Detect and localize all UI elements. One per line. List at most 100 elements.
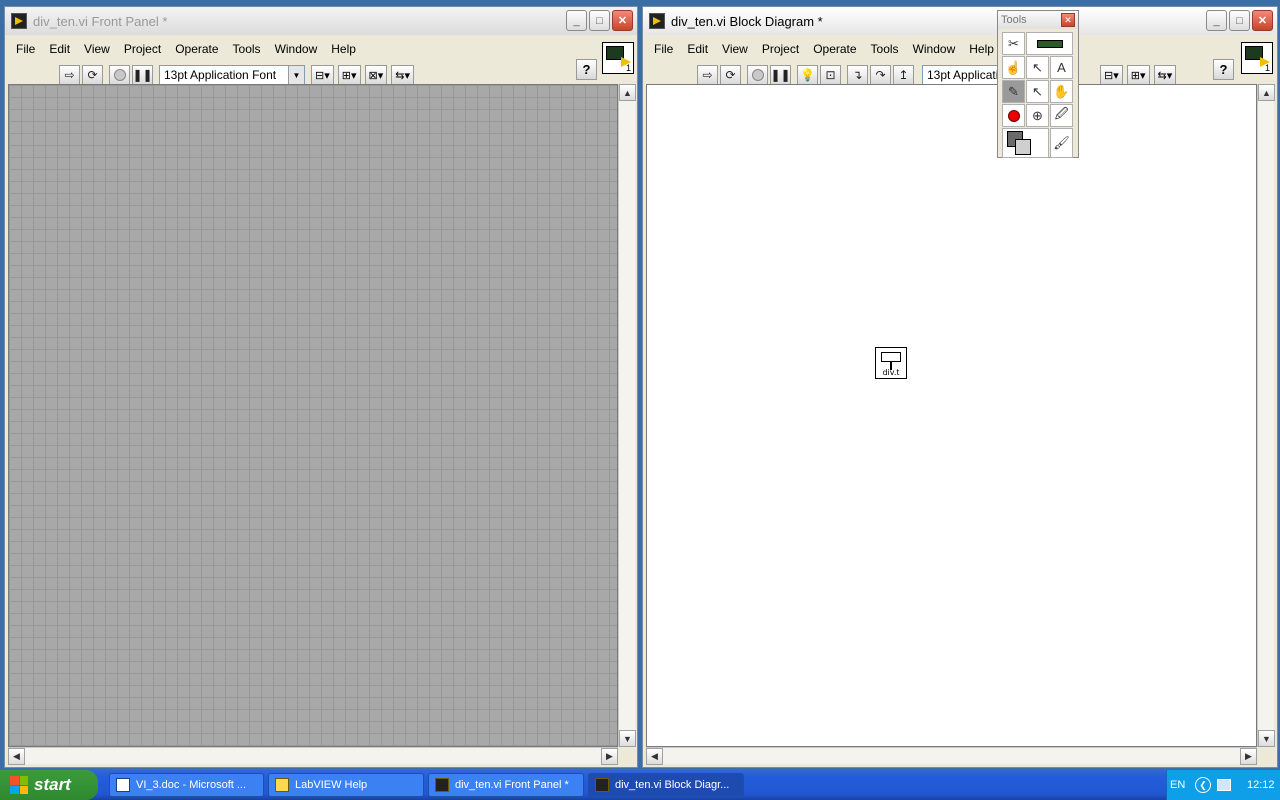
scroll-down-icon[interactable]: ▼: [1258, 730, 1275, 747]
tools-palette-titlebar[interactable]: Tools ✕: [998, 11, 1078, 29]
menu-view[interactable]: View: [715, 42, 755, 56]
language-indicator[interactable]: EN: [1170, 779, 1185, 791]
paintbrush-icon[interactable]: 🖌: [1050, 128, 1073, 158]
scroll-left-icon[interactable]: ◀: [646, 748, 663, 765]
scroll-down-icon[interactable]: ▼: [619, 730, 636, 747]
get-color-icon[interactable]: 🖉: [1050, 104, 1073, 127]
run-arrow-icon[interactable]: ⇨: [59, 64, 80, 86]
automatic-selection-led-icon[interactable]: [1026, 32, 1073, 55]
breakpoint-icon[interactable]: [1002, 104, 1025, 127]
close-button[interactable]: ✕: [612, 10, 633, 31]
scroll-left-icon[interactable]: ◀: [8, 748, 25, 765]
resize-objects-icon[interactable]: ⊠▾: [364, 64, 388, 86]
run-continuously-icon[interactable]: ⟳: [720, 64, 741, 86]
step-over-icon[interactable]: ↷: [870, 64, 891, 86]
connect-wire-icon[interactable]: ✎: [1002, 80, 1025, 103]
close-button[interactable]: ✕: [1252, 10, 1273, 31]
menu-project[interactable]: Project: [117, 42, 168, 56]
retain-wire-values-icon[interactable]: ⊡: [820, 64, 841, 86]
taskbar-item-label: div_ten.vi Block Diagr...: [615, 779, 730, 791]
probe-icon[interactable]: ⊕: [1026, 104, 1049, 127]
menu-project[interactable]: Project: [755, 42, 806, 56]
tools-palette-title: Tools: [1001, 14, 1027, 26]
close-icon[interactable]: ✕: [1061, 13, 1075, 27]
tools-grid: ✂ ☝ ↖ A ✎ ↖ ✋ ⊕ 🖉 🖌: [1002, 32, 1073, 158]
scroll-up-icon[interactable]: ▲: [619, 84, 636, 101]
menu-edit[interactable]: Edit: [42, 42, 77, 56]
vi-icon-number: 1: [1264, 63, 1270, 73]
block-diagram-window: div_ten.vi Block Diagram * _ □ ✕ File Ed…: [642, 6, 1278, 768]
help-button[interactable]: ?: [1213, 59, 1234, 80]
vi-connector-icon[interactable]: 1: [1241, 42, 1273, 74]
pause-icon[interactable]: ❚❚: [132, 64, 153, 86]
object-shortcut-menu-icon[interactable]: ↖: [1026, 80, 1049, 103]
menu-file[interactable]: File: [647, 42, 680, 56]
front-panel-canvas[interactable]: [8, 84, 618, 747]
operate-value-icon[interactable]: ☝: [1002, 56, 1025, 79]
network-icon[interactable]: [1217, 779, 1231, 791]
taskbar-item-label: div_ten.vi Front Panel *: [455, 779, 569, 791]
start-label: start: [34, 775, 71, 794]
menu-edit[interactable]: Edit: [680, 42, 715, 56]
distribute-objects-icon[interactable]: ⊞▾: [337, 64, 361, 86]
abort-icon[interactable]: [109, 64, 130, 86]
front-panel-vertical-scrollbar[interactable]: ▲ ▼: [618, 84, 636, 747]
menu-view[interactable]: View: [77, 42, 117, 56]
minimize-button[interactable]: _: [566, 10, 587, 31]
taskbar: start VI_3.doc - Microsoft ... LabVIEW H…: [0, 770, 1280, 800]
scroll-right-icon[interactable]: ▶: [1240, 748, 1257, 765]
help-button[interactable]: ?: [576, 59, 597, 80]
start-button[interactable]: start: [0, 770, 98, 800]
menu-help[interactable]: Help: [962, 42, 1001, 56]
vi-connector-icon[interactable]: 1: [602, 42, 634, 74]
reorder-icon[interactable]: ⇆▾: [391, 64, 414, 86]
clock[interactable]: 12:12: [1247, 779, 1275, 791]
run-arrow-icon[interactable]: ⇨: [697, 64, 718, 86]
taskbar-item-front-panel[interactable]: div_ten.vi Front Panel *: [428, 773, 584, 797]
menu-file[interactable]: File: [9, 42, 42, 56]
set-color-icon[interactable]: [1002, 128, 1049, 158]
scroll-window-icon[interactable]: ✋: [1050, 80, 1073, 103]
menu-operate[interactable]: Operate: [168, 42, 225, 56]
maximize-button[interactable]: □: [1229, 10, 1250, 31]
maximize-button[interactable]: □: [589, 10, 610, 31]
highlight-execution-icon[interactable]: 💡: [797, 64, 818, 86]
scroll-right-icon[interactable]: ▶: [601, 748, 618, 765]
block-diagram-vertical-scrollbar[interactable]: ▲ ▼: [1257, 84, 1275, 747]
taskbar-item-word[interactable]: VI_3.doc - Microsoft ...: [109, 773, 264, 797]
reorder-icon[interactable]: ⇆▾: [1153, 64, 1177, 86]
edit-text-icon[interactable]: A: [1050, 56, 1073, 79]
align-objects-icon[interactable]: ⊟▾: [1100, 64, 1123, 86]
font-select[interactable]: 13pt Application Font ▼: [159, 64, 305, 86]
front-panel-horizontal-scrollbar[interactable]: ◀ ▶: [8, 747, 618, 765]
menu-window[interactable]: Window: [906, 42, 963, 56]
block-diagram-titlebar[interactable]: div_ten.vi Block Diagram * _ □ ✕: [643, 7, 1277, 35]
front-panel-titlebar[interactable]: div_ten.vi Front Panel * _ □ ✕: [5, 7, 637, 35]
block-diagram-canvas[interactable]: [646, 84, 1257, 747]
step-into-icon[interactable]: ↴: [847, 64, 868, 86]
step-out-icon[interactable]: ↥: [893, 64, 914, 86]
menu-tools[interactable]: Tools: [226, 42, 268, 56]
scroll-up-icon[interactable]: ▲: [1258, 84, 1275, 101]
pause-icon[interactable]: ❚❚: [770, 64, 791, 86]
taskbar-item-block-diagram[interactable]: div_ten.vi Block Diagr...: [588, 773, 744, 797]
abort-icon[interactable]: [747, 64, 768, 86]
taskbar-item-labview-help[interactable]: LabVIEW Help: [268, 773, 424, 797]
automatic-tool-icon[interactable]: ✂: [1002, 32, 1025, 55]
labview-vi-icon: [11, 13, 27, 29]
align-objects-icon[interactable]: ⊟▾: [311, 64, 334, 86]
position-select-icon[interactable]: ↖: [1026, 56, 1049, 79]
block-diagram-menubar: File Edit View Project Operate Tools Win…: [643, 38, 1277, 60]
distribute-objects-icon[interactable]: ⊞▾: [1126, 64, 1150, 86]
run-continuously-icon[interactable]: ⟳: [82, 64, 103, 86]
menu-window[interactable]: Window: [268, 42, 325, 56]
windows-logo-icon: [10, 776, 28, 794]
menu-help[interactable]: Help: [324, 42, 363, 56]
subvi-node[interactable]: div.t: [875, 347, 907, 379]
minimize-button[interactable]: _: [1206, 10, 1227, 31]
menu-operate[interactable]: Operate: [806, 42, 863, 56]
front-panel-window: div_ten.vi Front Panel * _ □ ✕ File Edit…: [4, 6, 638, 768]
block-diagram-horizontal-scrollbar[interactable]: ◀ ▶: [646, 747, 1257, 765]
menu-tools[interactable]: Tools: [864, 42, 906, 56]
tray-chevron-icon[interactable]: ❮: [1195, 777, 1211, 793]
